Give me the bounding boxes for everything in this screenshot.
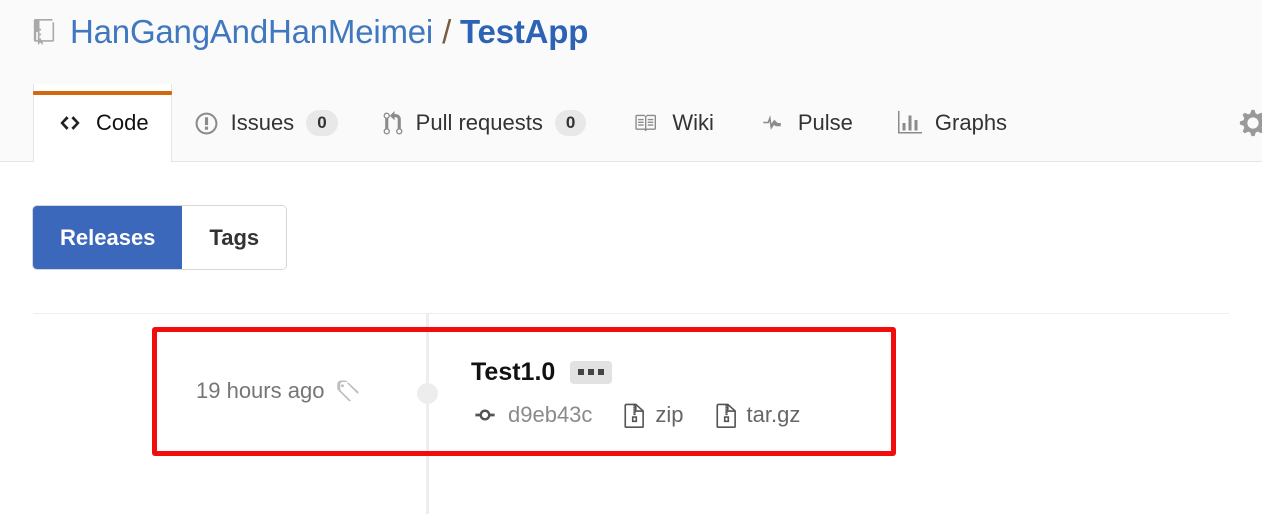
ellipsis-dot	[598, 369, 605, 375]
timeline-line	[426, 313, 429, 514]
tab-pull-requests-label: Pull requests	[415, 110, 543, 135]
release-timestamp: 19 hours ago	[196, 378, 359, 404]
tab-pull-requests[interactable]: Pull requests 0	[360, 84, 609, 162]
tab-code-label: Code	[96, 110, 149, 135]
ellipsis-dot	[588, 369, 595, 375]
issues-counter: 0	[306, 110, 338, 136]
release-item: Test1.0 d9eb43c zip tar.gz	[471, 356, 871, 428]
release-relative-time: 19 hours ago	[196, 378, 325, 403]
release-asset-targz[interactable]: tar.gz	[715, 402, 801, 428]
tab-issues-label: Issues	[230, 110, 295, 135]
release-title-row: Test1.0	[471, 356, 871, 388]
release-asset-zip-label: zip	[655, 402, 684, 427]
releases-tab-button[interactable]: Releases	[33, 206, 183, 269]
git-pull-request-icon	[383, 110, 403, 134]
tab-wiki[interactable]: Wiki	[608, 84, 736, 162]
tab-pulse-label: Pulse	[797, 110, 853, 135]
tab-code[interactable]: Code	[33, 84, 172, 163]
book-icon	[635, 114, 657, 132]
repo-nav-tabs: Code Issues 0 Pull requests 0 Wiki Pulse…	[0, 84, 1262, 163]
release-asset-targz-label: tar.gz	[746, 402, 801, 427]
repo-book-icon	[33, 19, 55, 45]
repo-name-link[interactable]: TestApp	[460, 13, 588, 51]
tab-wiki-label: Wiki	[672, 110, 714, 135]
tab-graphs-label: Graphs	[934, 110, 1008, 135]
release-asset-zip[interactable]: zip	[624, 402, 684, 428]
tab-graphs[interactable]: Graphs	[875, 84, 1029, 162]
timeline-dot	[417, 383, 438, 404]
release-commit-link[interactable]: d9eb43c	[471, 402, 592, 428]
release-commit-sha: d9eb43c	[508, 402, 593, 427]
file-zip-icon	[715, 403, 736, 428]
release-menu-button[interactable]	[570, 360, 613, 384]
repo-settings-button[interactable]	[1228, 84, 1262, 162]
repo-separator: /	[442, 13, 452, 50]
releases-tags-toggle: Releases Tags	[33, 206, 287, 269]
repo-title-breadcrumb: HanGangAndHanMeimei / TestApp	[33, 9, 588, 55]
nav-tabs-list: Code Issues 0 Pull requests 0 Wiki Pulse…	[33, 84, 1029, 163]
issue-opened-icon	[195, 112, 218, 134]
tag-icon	[337, 380, 359, 402]
list-divider	[33, 313, 1229, 314]
pull-requests-counter: 0	[554, 110, 587, 136]
release-title-link[interactable]: Test1.0	[471, 359, 555, 385]
tags-tab-button[interactable]: Tags	[182, 206, 287, 269]
ellipsis-dot	[578, 369, 585, 375]
repo-header: HanGangAndHanMeimei / TestApp	[0, 0, 1262, 84]
code-icon	[60, 116, 80, 130]
tab-issues[interactable]: Issues 0	[172, 84, 360, 162]
file-zip-icon	[624, 403, 645, 428]
graph-icon	[897, 111, 922, 134]
github-releases-page: HanGangAndHanMeimei / TestApp Code Issue…	[0, 0, 1262, 514]
pulse-icon	[763, 115, 781, 130]
git-commit-icon	[475, 409, 495, 421]
release-assets: d9eb43c zip tar.gz	[471, 402, 871, 428]
repo-owner-link[interactable]: HanGangAndHanMeimei	[70, 13, 433, 51]
tab-pulse[interactable]: Pulse	[736, 84, 875, 162]
gear-icon	[1239, 109, 1262, 137]
